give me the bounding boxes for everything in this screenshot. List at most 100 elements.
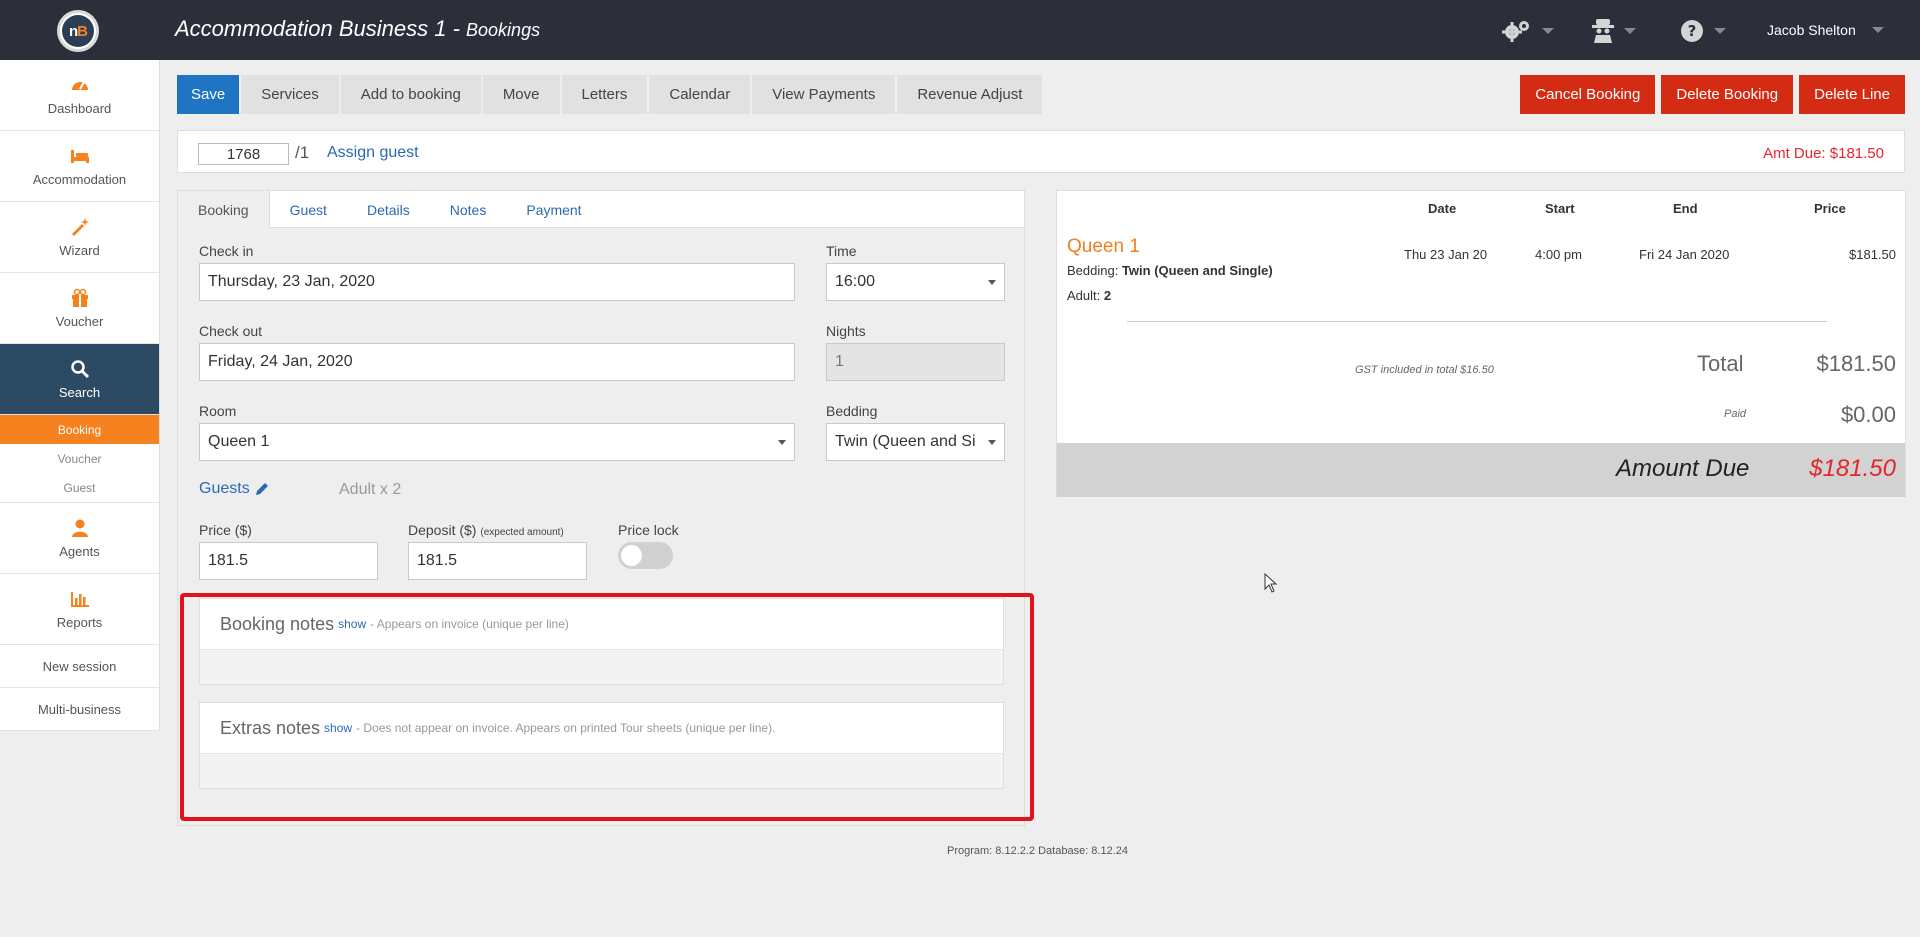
agent-menu[interactable] [1592, 18, 1636, 44]
chevron-down-icon [1542, 28, 1554, 34]
tab-booking[interactable]: Booking [178, 191, 270, 228]
deposit-note: (expected amount) [480, 527, 564, 538]
sidebar-item-new-session[interactable]: New session [0, 645, 159, 688]
price-input[interactable]: 181.5 [199, 542, 378, 580]
nights-label: Nights [826, 323, 866, 339]
chevron-down-icon [1714, 28, 1726, 34]
sidebar-item-accommodation[interactable]: Accommodation [0, 131, 159, 202]
nights-field: 1 [826, 343, 1005, 381]
dashboard-icon [71, 81, 88, 90]
checkin-date-value: Thursday, 23 Jan, 2020 [208, 273, 375, 290]
booking-notes-show-link[interactable]: show [338, 617, 366, 631]
chevron-down-icon [1624, 28, 1636, 34]
add-to-booking-button[interactable]: Add to booking [340, 75, 481, 114]
adult-value: 2 [1103, 288, 1112, 303]
booking-tabs: Booking Guest Details Notes Payment [178, 191, 1024, 228]
booking-number-input[interactable] [198, 143, 289, 165]
services-button[interactable]: Services [241, 75, 339, 114]
delete-line-button[interactable]: Delete Line [1799, 75, 1905, 114]
summary-room-name[interactable]: Queen 1 [1067, 236, 1140, 258]
view-payments-button[interactable]: View Payments [752, 75, 896, 114]
mouse-cursor-icon [1264, 573, 1278, 593]
adult-prefix: Adult: [1067, 288, 1101, 303]
sidebar-subitem-booking[interactable]: Booking [0, 415, 159, 444]
amount-due-band: Amount Due $181.50 [1057, 443, 1905, 497]
sidebar-item-reports[interactable]: Reports [0, 574, 159, 645]
edit-guests-link[interactable]: Guests [199, 480, 270, 498]
total-label: Total [1697, 351, 1744, 376]
calendar-button[interactable]: Calendar [649, 75, 751, 114]
extras-notes-body[interactable] [200, 753, 1003, 788]
sidebar-item-multi-business[interactable]: Multi-business [0, 688, 159, 731]
nights-value: 1 [835, 353, 844, 370]
summary-adults: Adult: 2 [1067, 288, 1111, 303]
user-menu[interactable]: Jacob Shelton [1767, 22, 1884, 38]
sidebar-item-search[interactable]: Search [0, 344, 159, 415]
time-select[interactable]: 16:00 [826, 263, 1005, 301]
danger-toolbar: Cancel Booking Delete Booking Delete Lin… [1520, 75, 1905, 114]
time-value: 16:00 [835, 273, 876, 290]
tab-details[interactable]: Details [347, 191, 430, 228]
price-label: Price ($) [199, 522, 252, 538]
booking-summary-panel: Date Start End Price Queen 1 Bedding: Tw… [1056, 190, 1906, 497]
sidebar-item-agents[interactable]: Agents [0, 503, 159, 574]
tab-notes[interactable]: Notes [430, 191, 507, 228]
help-menu[interactable]: ? [1680, 18, 1726, 44]
gift-icon [71, 288, 88, 307]
sidebar-subitem-guest[interactable]: Guest [0, 473, 159, 502]
dropdown-arrow-icon [988, 280, 996, 285]
checkout-label: Check out [199, 323, 263, 339]
column-header-end: End [1673, 201, 1698, 216]
delete-booking-button[interactable]: Delete Booking [1661, 75, 1794, 114]
sidebar-item-label: Dashboard [47, 100, 112, 116]
user-name: Jacob Shelton [1767, 22, 1856, 38]
business-name: Accommodation Business 1 - [175, 16, 460, 41]
price-value: 181.5 [208, 552, 249, 569]
revenue-adjust-button[interactable]: Revenue Adjust [897, 75, 1043, 114]
letters-button[interactable]: Letters [561, 75, 648, 114]
deposit-label: Deposit ($) (expected amount) [408, 522, 564, 538]
sidebar-subitem-voucher[interactable]: Voucher [0, 444, 159, 473]
checkin-date-field[interactable]: Thursday, 23 Jan, 2020 [199, 263, 795, 301]
bedding-select[interactable]: Twin (Queen and Si [826, 423, 1005, 461]
settings-menu[interactable] [1502, 18, 1554, 44]
deposit-label-text: Deposit ($) [408, 522, 477, 538]
amount-due-value: $181.50 [1809, 455, 1896, 482]
sidebar: Dashboard Accommodation Wizard Voucher S… [0, 60, 160, 731]
bedding-prefix: Bedding: [1067, 263, 1119, 278]
checkout-date-field[interactable]: Friday, 24 Jan, 2020 [199, 343, 795, 381]
room-select[interactable]: Queen 1 [199, 423, 795, 461]
save-button[interactable]: Save [177, 75, 240, 114]
amount-due-badge: Amt Due: $181.50 [1763, 145, 1884, 162]
cancel-booking-button[interactable]: Cancel Booking [1520, 75, 1656, 114]
extras-notes-title: Extras notes [220, 717, 321, 738]
logo-letter-n: n [68, 22, 78, 40]
bar-chart-icon [70, 591, 89, 607]
booking-line-suffix: /1 [295, 143, 310, 162]
room-value: Queen 1 [208, 433, 270, 450]
column-header-start: Start [1545, 201, 1575, 216]
sidebar-item-label: Voucher [55, 313, 104, 329]
booking-toolbar: Save Services Add to booking Move Letter… [177, 75, 1043, 114]
price-lock-toggle[interactable] [618, 542, 673, 569]
sidebar-item-voucher[interactable]: Voucher [0, 273, 159, 344]
tab-guest[interactable]: Guest [270, 191, 347, 228]
summary-bedding: Bedding: Twin (Queen and Single) [1067, 263, 1273, 278]
booking-form-panel: Booking Guest Details Notes Payment Chec… [177, 190, 1025, 826]
move-button[interactable]: Move [482, 75, 560, 114]
booking-notes-body[interactable] [200, 649, 1003, 684]
checkout-date-value: Friday, 24 Jan, 2020 [208, 353, 353, 370]
checkin-label: Check in [199, 243, 254, 259]
deposit-input[interactable]: 181.5 [408, 542, 587, 580]
extras-notes-show-link[interactable]: show [324, 721, 352, 735]
sidebar-item-wizard[interactable]: Wizard [0, 202, 159, 273]
pencil-icon [255, 483, 268, 495]
assign-guest-link[interactable]: Assign guest [327, 144, 419, 162]
top-bar: nB Accommodation Business 1 - Bookings ?… [0, 0, 1920, 60]
extras-notes-description: - Does not appear on invoice. Appears on… [356, 721, 776, 735]
user-icon [71, 519, 88, 537]
tab-payment[interactable]: Payment [506, 191, 601, 228]
sidebar-item-dashboard[interactable]: Dashboard [0, 60, 159, 131]
spy-icon [1592, 19, 1614, 43]
app-logo[interactable]: nB [57, 10, 99, 52]
